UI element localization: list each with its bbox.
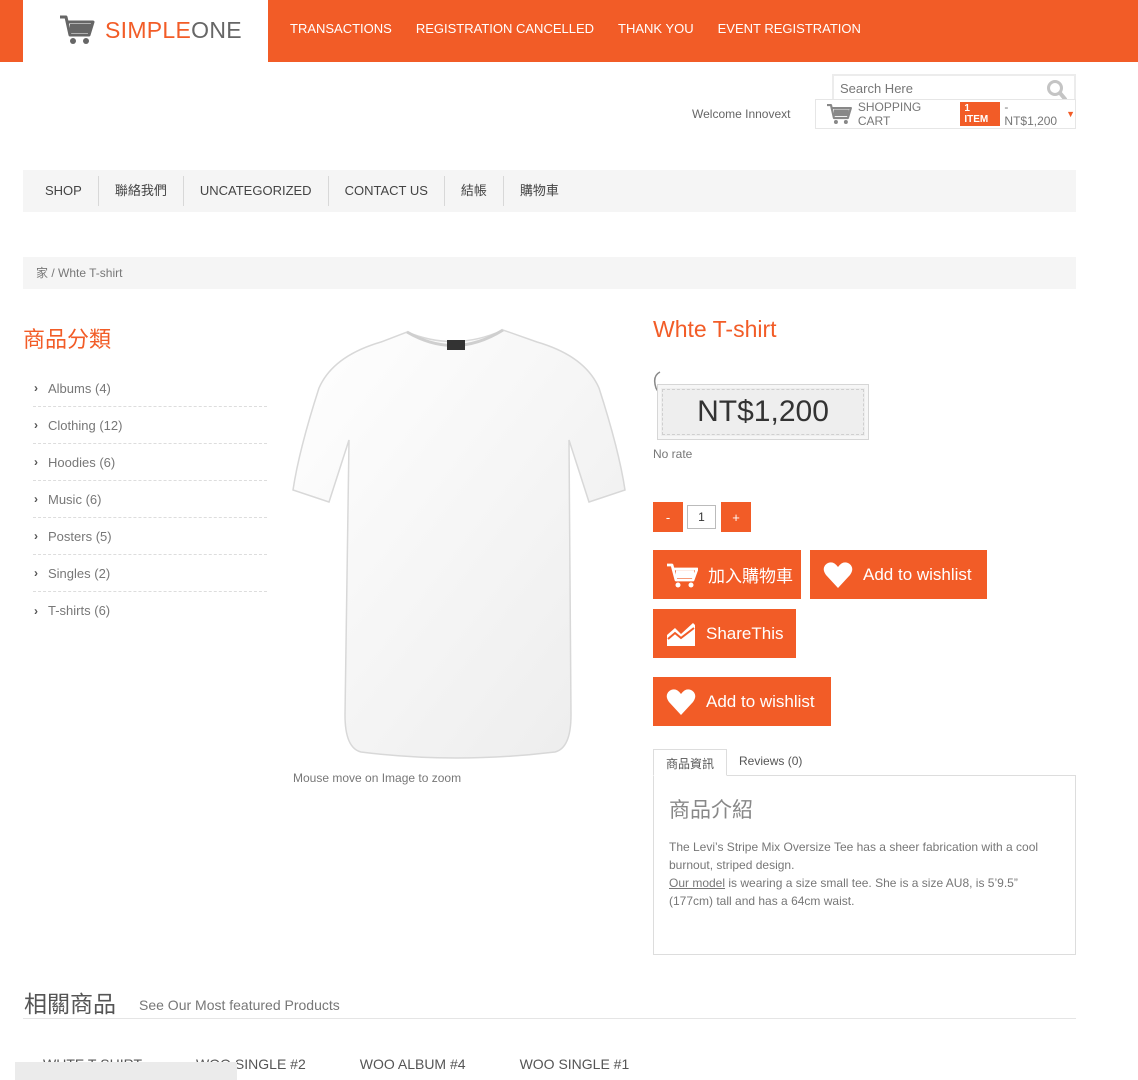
nav-contact-us[interactable]: CONTACT US <box>329 176 445 206</box>
tab-reviews[interactable]: Reviews (0) <box>727 749 814 776</box>
model-link[interactable]: Our model <box>669 876 725 890</box>
add-to-cart-button[interactable]: 加入購物車 <box>653 550 801 599</box>
category-item[interactable]: › Posters (5) <box>33 518 267 555</box>
category-label: Albums <box>48 380 92 396</box>
cart-count-badge: 1 ITEM <box>960 102 1001 126</box>
category-count: (4) <box>94 380 111 396</box>
nav-shop[interactable]: SHOP <box>23 176 99 206</box>
category-item[interactable]: › Hoodies (6) <box>33 444 267 481</box>
cart-icon <box>667 563 698 587</box>
category-item[interactable]: › Albums (4) <box>33 370 267 407</box>
logo[interactable]: SIMPLEONE <box>23 0 268 62</box>
topnav-event-registration[interactable]: EVENT REGISTRATION <box>718 21 861 36</box>
heart-icon <box>823 561 853 588</box>
category-item[interactable]: › Singles (2) <box>33 555 267 592</box>
breadcrumb[interactable]: 家 / Whte T-shirt <box>23 257 1076 289</box>
search-box <box>832 74 1076 102</box>
category-list: › Albums (4) › Clothing (12) › Hoodies (6) … <box>33 370 267 629</box>
divider <box>23 1018 1076 1019</box>
top-nav: TRANSACTIONS REGISTRATION CANCELLED THAN… <box>290 21 885 36</box>
description-heading: 商品介紹 <box>669 799 753 822</box>
welcome-text: Welcome Innovext <box>692 107 791 121</box>
search-icon[interactable] <box>1046 79 1068 101</box>
nav-uncategorized[interactable]: UNCATEGORIZED <box>184 176 329 206</box>
category-item[interactable]: › T-shirts (6) <box>33 592 267 629</box>
nav-contact-zh[interactable]: 聯絡我們 <box>99 176 184 206</box>
main-nav: SHOP 聯絡我們 UNCATEGORIZED CONTACT US 結帳 購物… <box>23 170 1076 212</box>
quantity-stepper: - + <box>653 502 751 532</box>
tab-description[interactable]: 商品資訊 <box>653 749 728 776</box>
cart-label: SHOPPING CART <box>857 100 922 128</box>
shopping-cart-dropdown[interactable]: SHOPPING CART 1 ITEM - NT$1,200 ▼ <box>815 99 1076 129</box>
category-label: Posters <box>48 528 93 544</box>
category-label: T-shirts <box>48 603 91 618</box>
zoom-caption: Mouse move on Image to zoom <box>293 771 462 785</box>
wishlist-label: Add to wishlist <box>706 691 815 711</box>
cart-logo-icon <box>60 15 95 44</box>
category-count: (6) <box>99 454 116 470</box>
category-label: Clothing <box>48 417 96 433</box>
heart-icon <box>666 688 696 715</box>
cart-icon <box>826 103 852 124</box>
category-item[interactable]: › Clothing (12) <box>33 407 267 444</box>
nav-checkout[interactable]: 結帳 <box>445 176 504 206</box>
categories-title: 商品分類 <box>23 327 112 352</box>
top-bar: SIMPLEONE TRANSACTIONS REGISTRATION CANC… <box>0 0 1138 62</box>
horizontal-scrollbar[interactable] <box>15 1062 237 1080</box>
caret-down-icon: ▼ <box>1066 109 1075 119</box>
chevron-right-icon: › <box>34 418 38 432</box>
add-to-cart-label: 加入購物車 <box>708 567 793 586</box>
related-products-title: 相關商品 <box>24 991 116 1017</box>
price-tag: NT$1,200 <box>657 384 869 440</box>
qty-input[interactable] <box>687 505 716 529</box>
tab-panel: 商品介紹 The Levi’s Stripe Mix Oversize Tee … <box>653 775 1076 955</box>
category-count: (12) <box>99 417 123 433</box>
category-label: Music <box>48 491 82 507</box>
share-button[interactable]: ShareThis <box>653 609 796 658</box>
topnav-thank-you[interactable]: THANK YOU <box>618 21 694 36</box>
category-count: (6) <box>85 491 102 507</box>
share-chart-icon <box>667 622 695 646</box>
chevron-right-icon: › <box>34 566 38 580</box>
chevron-right-icon: › <box>34 455 38 469</box>
cart-total: - NT$1,200 <box>1004 100 1058 128</box>
logo-text: SIMPLEONE <box>105 17 242 43</box>
search-input[interactable] <box>834 76 1034 100</box>
qty-minus-button[interactable]: - <box>653 502 683 532</box>
category-count: (5) <box>95 528 112 544</box>
related-item[interactable]: WOO ALBUM #4 <box>360 1056 466 1072</box>
rating-text: No rate <box>653 447 693 461</box>
product-title: Whte T-shirt <box>653 316 777 342</box>
share-label: ShareThis <box>706 623 784 643</box>
topnav-transactions[interactable]: TRANSACTIONS <box>290 21 392 36</box>
add-to-wishlist-button[interactable]: Add to wishlist <box>810 550 987 599</box>
chevron-right-icon: › <box>34 492 38 506</box>
description-paragraph-2: Our model is wearing a size small tee. S… <box>669 874 1060 910</box>
chevron-right-icon: › <box>34 603 38 618</box>
category-item[interactable]: › Music (6) <box>33 481 267 518</box>
product-image[interactable] <box>289 320 629 760</box>
category-count: (2) <box>94 565 111 581</box>
category-count: (6) <box>94 603 111 618</box>
category-label: Singles <box>48 565 91 581</box>
add-to-wishlist-button-secondary[interactable]: Add to wishlist <box>653 677 831 726</box>
chevron-right-icon: › <box>34 381 38 395</box>
qty-plus-button[interactable]: + <box>721 502 751 532</box>
related-item[interactable]: WOO SINGLE #1 <box>520 1056 630 1072</box>
description-paragraph-1: The Levi’s Stripe Mix Oversize Tee has a… <box>669 840 1039 872</box>
related-products-subtitle: See Our Most featured Products <box>139 997 340 1013</box>
chevron-right-icon: › <box>34 529 38 543</box>
wishlist-label: Add to wishlist <box>863 564 972 584</box>
category-label: Hoodies <box>48 454 96 470</box>
nav-cart[interactable]: 購物車 <box>504 176 575 206</box>
topnav-registration-cancelled[interactable]: REGISTRATION CANCELLED <box>416 21 594 36</box>
product-tabs: 商品資訊 Reviews (0) <box>653 749 814 776</box>
